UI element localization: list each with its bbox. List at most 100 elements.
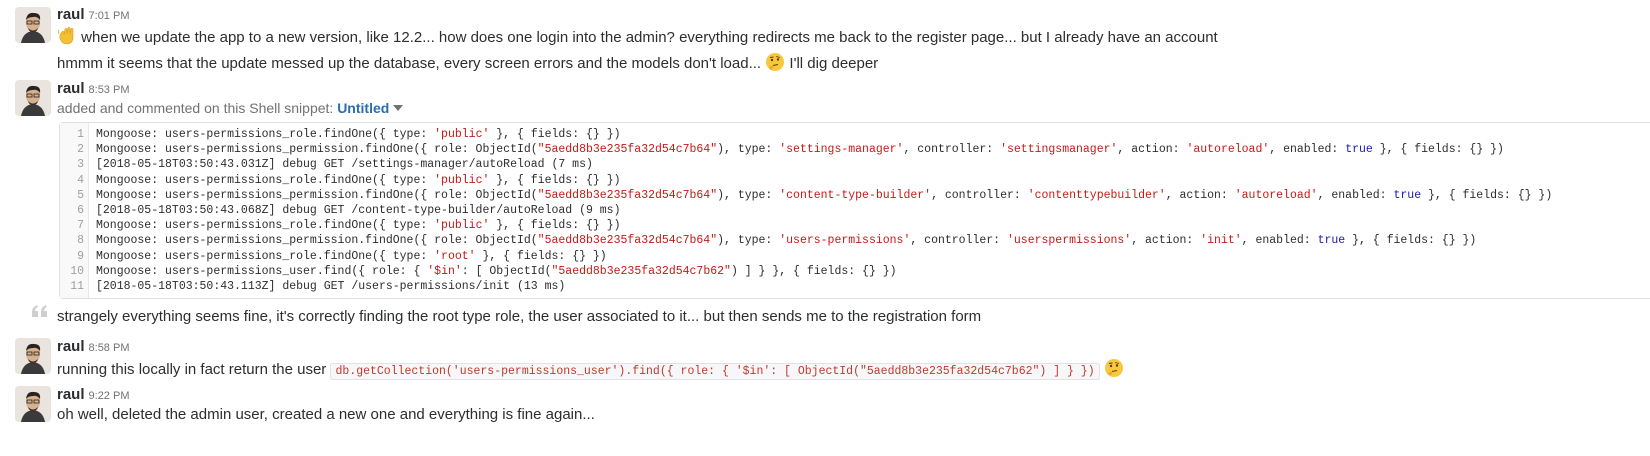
code-token: Mongoose: users-permissions_role.findOne…	[96, 219, 435, 233]
code-token: }, { fields: {} })	[1421, 188, 1553, 202]
string-token: 'settingsmanager'	[1000, 143, 1118, 157]
code-text: Mongoose: users-permissions_role.findOne…	[96, 173, 621, 188]
line-number: 5	[77, 188, 84, 202]
avatar-image	[15, 386, 51, 422]
string-token: 'init'	[1200, 234, 1242, 248]
thinking-face-emoji	[766, 53, 785, 71]
code-token: , action:	[1131, 234, 1201, 248]
code-token: , enabled:	[1241, 234, 1318, 248]
message-text: when we update the app to a new version,…	[81, 29, 1218, 46]
code-token: , controller:	[903, 143, 1001, 157]
code-text: Mongoose: users-permissions_permission.f…	[96, 142, 1504, 157]
waving-hand-emoji	[58, 27, 74, 45]
code-token: Mongoose: users-permissions_role.findOne…	[96, 173, 435, 187]
code-token: , controller:	[910, 234, 1007, 248]
code-token: , controller:	[931, 188, 1028, 202]
code-token: : [ ObjectId(	[461, 264, 552, 278]
keyword-token: true	[1345, 143, 1373, 157]
code-token: [2018-05-18T03:50:43.031Z] debug GET /se…	[96, 158, 593, 172]
code-token: Mongoose: users-permissions_role.findOne…	[96, 249, 435, 263]
line-number: 6	[77, 204, 84, 217]
author-name[interactable]: raul	[57, 80, 85, 97]
code-token: Mongoose: users-permissions_role.findOne…	[96, 128, 435, 141]
string-token: 'public'	[434, 128, 490, 141]
string-token: 'content-type-builder'	[779, 188, 932, 202]
code-text: [2018-05-18T03:50:43.113Z] debug GET /us…	[96, 279, 565, 294]
message-text: hmmm it seems that the update messed up …	[57, 55, 762, 72]
code-token: ), type:	[717, 234, 780, 248]
timestamp[interactable]: 9:22 PM	[89, 390, 130, 402]
string-token: '$in'	[427, 264, 462, 278]
line-number: 4	[77, 173, 84, 187]
code-text: Mongoose: users-permissions_role.findOne…	[96, 249, 607, 264]
message-header: raul 8:58 PM	[57, 338, 129, 356]
avatar-image	[15, 80, 51, 116]
snippet-title-link[interactable]: Untitled	[337, 100, 389, 116]
string-token: 'contenttypebuilder'	[1027, 188, 1166, 202]
keyword-token: true	[1317, 234, 1346, 248]
avatar-image	[15, 7, 51, 43]
code-token: , action:	[1165, 188, 1235, 202]
code-token: ), type:	[717, 188, 780, 202]
code-text: [2018-05-18T03:50:43.031Z] debug GET /se…	[96, 157, 593, 172]
author-name[interactable]: raul	[57, 6, 85, 23]
line-number: 1	[77, 128, 84, 141]
thinking-face-emoji	[1104, 359, 1123, 377]
code-token: }, { fields: {} })	[475, 249, 607, 263]
message-header: raul 7:01 PM	[57, 6, 129, 24]
inline-code: db.getCollection('users-permissions_user…	[330, 363, 1100, 380]
comment-quote-icon	[31, 304, 49, 323]
string-token: 'autoreload'	[1234, 188, 1318, 202]
code-token: ), type:	[717, 143, 780, 157]
comment-text: strangely everything seems fine, it's co…	[57, 308, 982, 325]
string-token: 'settings-manager'	[779, 143, 904, 157]
chevron-down-icon[interactable]	[393, 105, 404, 111]
code-token: [2018-05-18T03:50:43.068Z] debug GET /co…	[96, 204, 621, 217]
line-number: 3	[77, 158, 84, 172]
snippet-action-line: added and commented on this Shell snippe…	[57, 100, 404, 116]
timestamp[interactable]: 7:01 PM	[89, 10, 130, 22]
code-token: Mongoose: users-permissions_permission.f…	[96, 143, 538, 157]
string-token: "5aedd8b3e235fa32d54c7b64"	[537, 188, 718, 202]
message-line: oh well, deleted the admin user, created…	[57, 406, 595, 423]
code-token: Mongoose: users-permissions_user.find({ …	[96, 264, 428, 278]
author-name[interactable]: raul	[57, 338, 85, 355]
line-number: 2	[77, 143, 84, 157]
author-name[interactable]: raul	[57, 386, 85, 403]
code-text: [2018-05-18T03:50:43.068Z] debug GET /co…	[96, 203, 621, 218]
code-token: , action:	[1117, 143, 1187, 157]
code-text: Mongoose: users-permissions_role.findOne…	[96, 127, 621, 142]
code-snippet: 1 Mongoose: users-permissions_role.findOn…	[59, 122, 1650, 299]
avatar[interactable]	[15, 338, 51, 374]
keyword-token: true	[1393, 188, 1422, 202]
string-token: 'userspermissions'	[1006, 234, 1132, 248]
string-token: "5aedd8b3e235fa32d54c7b62"	[551, 264, 731, 278]
avatar[interactable]	[15, 80, 51, 116]
line-number: 9	[77, 249, 84, 263]
snippet-comment: strangely everything seems fine, it's co…	[57, 308, 981, 325]
string-token: 'public'	[434, 219, 490, 233]
avatar-image	[15, 338, 51, 374]
timestamp[interactable]: 8:58 PM	[89, 342, 130, 354]
string-token: 'autoreload'	[1186, 143, 1270, 157]
action-text: added and commented on this Shell snippe…	[57, 100, 334, 116]
message-header: raul 9:22 PM	[57, 386, 129, 404]
code-text: Mongoose: users-permissions_permission.f…	[96, 233, 1476, 248]
message-line: running this locally in fact return the …	[57, 358, 1124, 380]
avatar[interactable]	[15, 7, 51, 43]
code-text: Mongoose: users-permissions_role.findOne…	[96, 218, 621, 233]
code-token: }, { fields: {} })	[489, 173, 621, 187]
message-line: when we update the app to a new version,…	[57, 26, 1218, 46]
string-token: 'public'	[434, 173, 490, 187]
string-token: 'users-permissions'	[779, 234, 911, 248]
code-token: ) ] } }, { fields: {} })	[730, 264, 897, 278]
avatar[interactable]	[15, 386, 51, 422]
code-token: }, { fields: {} })	[1345, 234, 1477, 248]
timestamp[interactable]: 8:53 PM	[89, 84, 130, 96]
code-text: Mongoose: users-permissions_permission.f…	[96, 188, 1552, 203]
code-text: Mongoose: users-permissions_user.find({ …	[96, 264, 897, 279]
code-token: }, { fields: {} })	[1372, 143, 1504, 157]
line-number: 10	[70, 264, 84, 278]
message-text: I'll dig deeper	[789, 55, 879, 72]
message-text: oh well, deleted the admin user, created…	[57, 406, 595, 423]
